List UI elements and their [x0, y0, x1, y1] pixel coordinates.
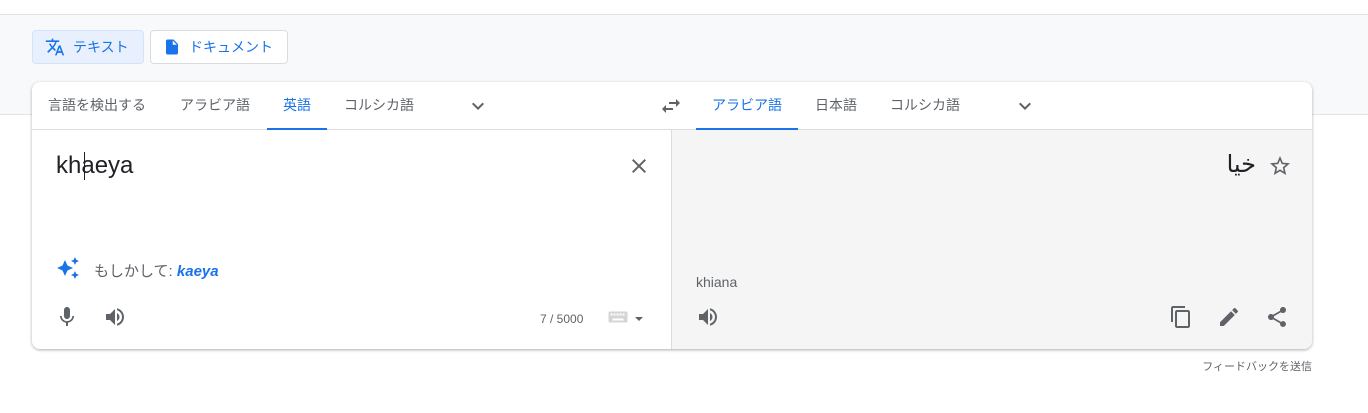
translate-icon: [45, 37, 65, 57]
tab-source-corsican[interactable]: コルシカ語: [328, 82, 430, 130]
source-text-input[interactable]: khaeya: [56, 152, 133, 180]
edit-icon[interactable]: [1217, 305, 1241, 329]
keyboard-icon: [608, 310, 628, 329]
source-pane: khaeya もしかして: kaeya 7 / 5000: [32, 130, 671, 349]
transliteration: khiana: [696, 274, 738, 290]
tab-target-corsican[interactable]: コルシカ語: [874, 82, 976, 130]
text-mode-label: テキスト: [73, 39, 129, 55]
close-icon[interactable]: [627, 154, 651, 178]
target-speaker-icon[interactable]: [696, 305, 720, 329]
source-more-languages-chevron-down-icon[interactable]: [466, 94, 490, 118]
translator-card: 言語を検出する アラビア語 英語 コルシカ語 アラビア語 日本語 コルシカ語 k…: [32, 82, 1312, 349]
tab-source-arabic[interactable]: アラビア語: [164, 82, 266, 130]
star-icon[interactable]: [1268, 154, 1292, 178]
document-mode-button[interactable]: ドキュメント: [150, 30, 288, 64]
tab-detect-language[interactable]: 言語を検出する: [32, 82, 162, 130]
sparkle-icon: [56, 256, 80, 284]
mic-icon[interactable]: [55, 305, 79, 329]
suggestion-prefix: もしかして:: [94, 262, 173, 280]
tab-source-english[interactable]: 英語: [267, 82, 327, 130]
text-caret: [84, 152, 85, 180]
swap-icon[interactable]: [659, 94, 683, 118]
tab-target-japanese[interactable]: 日本語: [799, 82, 873, 130]
target-more-languages-chevron-down-icon[interactable]: [1013, 94, 1037, 118]
share-icon[interactable]: [1265, 305, 1289, 329]
tab-target-arabic[interactable]: アラビア語: [696, 82, 798, 130]
translation-output: خيا: [1226, 150, 1256, 178]
document-icon: [163, 38, 181, 56]
text-mode-button[interactable]: テキスト: [32, 30, 144, 64]
target-pane: خيا khiana: [671, 130, 1312, 349]
spelling-suggestion: もしかして: kaeya: [56, 256, 219, 284]
keyboard-selector[interactable]: [608, 310, 644, 329]
copy-icon[interactable]: [1169, 305, 1193, 329]
character-count: 7 / 5000: [540, 312, 584, 326]
send-feedback-link[interactable]: フィードバックを送信: [1202, 358, 1312, 374]
language-bar: 言語を検出する アラビア語 英語 コルシカ語 アラビア語 日本語 コルシカ語: [32, 82, 1312, 130]
source-speaker-icon[interactable]: [103, 305, 127, 329]
suggestion-term-link[interactable]: kaeya: [177, 263, 219, 280]
document-mode-label: ドキュメント: [189, 39, 273, 55]
keyboard-dropdown-icon: [634, 311, 644, 329]
